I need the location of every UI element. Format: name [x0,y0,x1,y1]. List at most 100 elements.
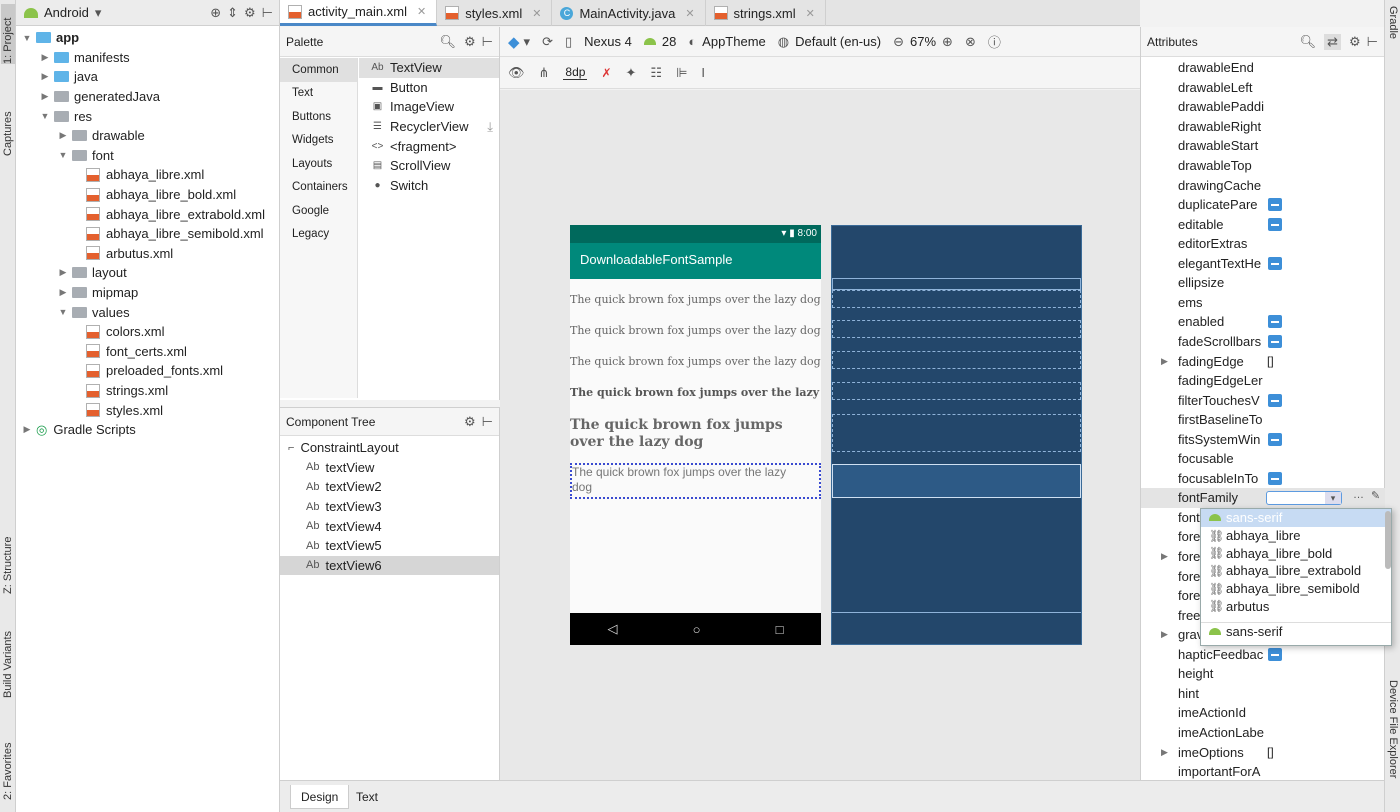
expand-down-icon[interactable]: ▼ [58,150,68,160]
infer-constraints-icon[interactable]: ✦ [626,65,637,81]
attribute-row[interactable]: drawableRight [1141,117,1385,137]
design-tab[interactable]: Design [290,785,350,809]
editor-tab[interactable]: activity_main.xml ✕ [280,0,438,26]
tree-item[interactable]: preloaded_fonts.xml [76,361,223,381]
attribute-row[interactable]: importantForA [1141,762,1385,782]
hide-panel-icon[interactable]: ⊢ [482,34,493,50]
clear-constraints-icon[interactable]: ✗ [601,66,611,80]
blueprint-view[interactable] [832,320,1081,338]
expand-down-icon[interactable]: ▼ [58,307,68,317]
text-view-sample[interactable]: The quick brown fox jumps over the lazy … [570,324,821,337]
boolean-toggle[interactable] [1268,647,1282,661]
attribute-row[interactable]: ▶ imeOptions [] [1141,742,1385,762]
attribute-row[interactable]: focusableInTo [1141,469,1385,489]
expand-right-icon[interactable]: ▶ [58,130,68,141]
text-tab[interactable]: Text [346,785,388,809]
chevron-down-icon[interactable]: ▾ [95,5,102,21]
guidelines-icon[interactable]: ☷ [650,65,662,81]
tree-node-textview[interactable]: Ab textView3 [280,497,499,517]
attribute-row[interactable]: imeActionLabe [1141,723,1385,743]
search-icon[interactable]: 🔍︎ [1300,34,1317,50]
hide-panel-icon[interactable]: ⊢ [482,414,493,430]
tree-item[interactable]: ▶ java [40,67,98,87]
font-option[interactable]: ⛓ abhaya_libre_extrabold [1201,562,1391,580]
attribute-row[interactable]: firstBaselineTo [1141,410,1385,430]
tree-item[interactable]: ▶ layout [58,263,127,283]
tree-node-constraint-layout[interactable]: ⌐ ConstraintLayout [280,438,499,458]
editor-tab[interactable]: styles.xml ✕ [437,0,553,26]
tree-item[interactable]: abhaya_libre_extrabold.xml [76,204,265,224]
attribute-row[interactable]: drawableTop [1141,156,1385,176]
tree-item[interactable]: abhaya_libre.xml [76,165,204,185]
attribute-row[interactable]: fadingEdgeLer [1141,371,1385,391]
gear-icon[interactable]: ⚙ [464,34,476,50]
attribute-row[interactable]: ▶ fadingEdge [] [1141,351,1385,371]
design-preview[interactable]: ▾ ▮ 8:00 DownloadableFontSample The quic… [570,225,821,645]
boolean-toggle[interactable] [1268,432,1282,446]
expand-right-icon[interactable]: ▶ [40,71,50,82]
expand-right-icon[interactable]: ▶ [1161,356,1168,367]
attribute-value[interactable]: [] [1267,745,1274,759]
tree-node-textview[interactable]: Ab textView2 [280,477,499,497]
palette-item[interactable]: ● Switch [359,176,499,196]
blueprint-view[interactable] [832,382,1081,400]
boolean-toggle[interactable] [1268,471,1282,485]
swap-view-icon[interactable]: ⇄ [1324,33,1342,50]
attribute-row[interactable]: drawingCache [1141,175,1385,195]
attribute-row[interactable]: drawableEnd [1141,58,1385,78]
device-file-explorer-tool-tab[interactable]: Device File Explorer [1385,680,1399,808]
palette-category[interactable]: Buttons [280,105,357,129]
font-option-system[interactable]: sans-serif [1201,623,1391,641]
close-icon[interactable]: ✕ [532,7,541,20]
palette-category[interactable]: Legacy [280,223,357,247]
attribute-row[interactable]: duplicatePare [1141,195,1385,215]
search-icon[interactable]: 🔍︎ [440,34,457,50]
palette-item[interactable]: ☰ RecyclerView ⤓ [359,117,499,137]
tree-item[interactable]: strings.xml [76,381,168,401]
font-option[interactable]: ⛓ abhaya_libre_semibold [1201,580,1391,598]
expand-right-icon[interactable]: ▶ [1161,629,1168,640]
chevron-down-icon[interactable]: ▾ [1325,492,1341,504]
locale-selector[interactable]: Default (en-us) [795,34,881,49]
tree-item[interactable]: arbutus.xml [76,244,173,264]
tree-item[interactable]: abhaya_libre_semibold.xml [76,224,264,244]
palette-item[interactable]: Ab TextView [359,58,499,78]
palette-category[interactable]: Google [280,199,357,223]
tree-item[interactable]: ▼ font [58,146,114,166]
tree-item[interactable]: ▼ values [58,302,130,322]
structure-tool-tab[interactable]: Z: Structure [1,514,15,594]
align-icon[interactable]: ⊫ [676,65,687,81]
blueprint-view[interactable] [832,351,1081,369]
attribute-row[interactable]: enabled [1141,312,1385,332]
tree-node-textview[interactable]: Ab textView4 [280,516,499,536]
boolean-toggle[interactable] [1268,256,1282,270]
boolean-toggle[interactable] [1268,217,1282,231]
boolean-toggle[interactable] [1268,334,1282,348]
editor-tab[interactable]: strings.xml ✕ [706,0,826,26]
font-option[interactable]: sans-serif [1201,509,1391,527]
tree-node-textview[interactable]: Ab textView6 [280,555,499,576]
expand-down-icon[interactable]: ▼ [22,33,32,43]
favorites-tool-tab[interactable]: 2: Favorites [1,716,15,800]
gear-icon[interactable]: ⚙ [1349,34,1361,50]
close-icon[interactable]: ✕ [685,7,694,20]
font-option[interactable]: ⛓ abhaya_libre [1201,527,1391,545]
tree-item[interactable]: ▶ ◎ Gradle Scripts [22,420,136,440]
zoom-in-icon[interactable]: ⊕ [942,34,953,50]
attribute-row[interactable]: fadeScrollbars [1141,332,1385,352]
zoom-out-icon[interactable]: ⊖ [893,34,904,50]
expand-right-icon[interactable]: ▶ [40,52,50,63]
palette-category[interactable]: Layouts [280,152,357,176]
attribute-row[interactable]: filterTouchesV [1141,390,1385,410]
boolean-toggle[interactable] [1268,393,1282,407]
attribute-row[interactable]: height [1141,664,1385,684]
download-icon[interactable]: ⤓ [487,119,493,135]
palette-item[interactable]: <> <fragment> [359,136,499,156]
tree-node-textview[interactable]: Ab textView5 [280,536,499,556]
blueprint-preview[interactable] [831,225,1082,645]
tree-item[interactable]: ▶ generatedJava [40,87,160,107]
attribute-row[interactable]: hint [1141,684,1385,704]
attribute-row[interactable]: editorExtras [1141,234,1385,254]
boolean-toggle[interactable] [1268,198,1282,212]
gear-icon[interactable]: ⚙ [244,5,256,21]
